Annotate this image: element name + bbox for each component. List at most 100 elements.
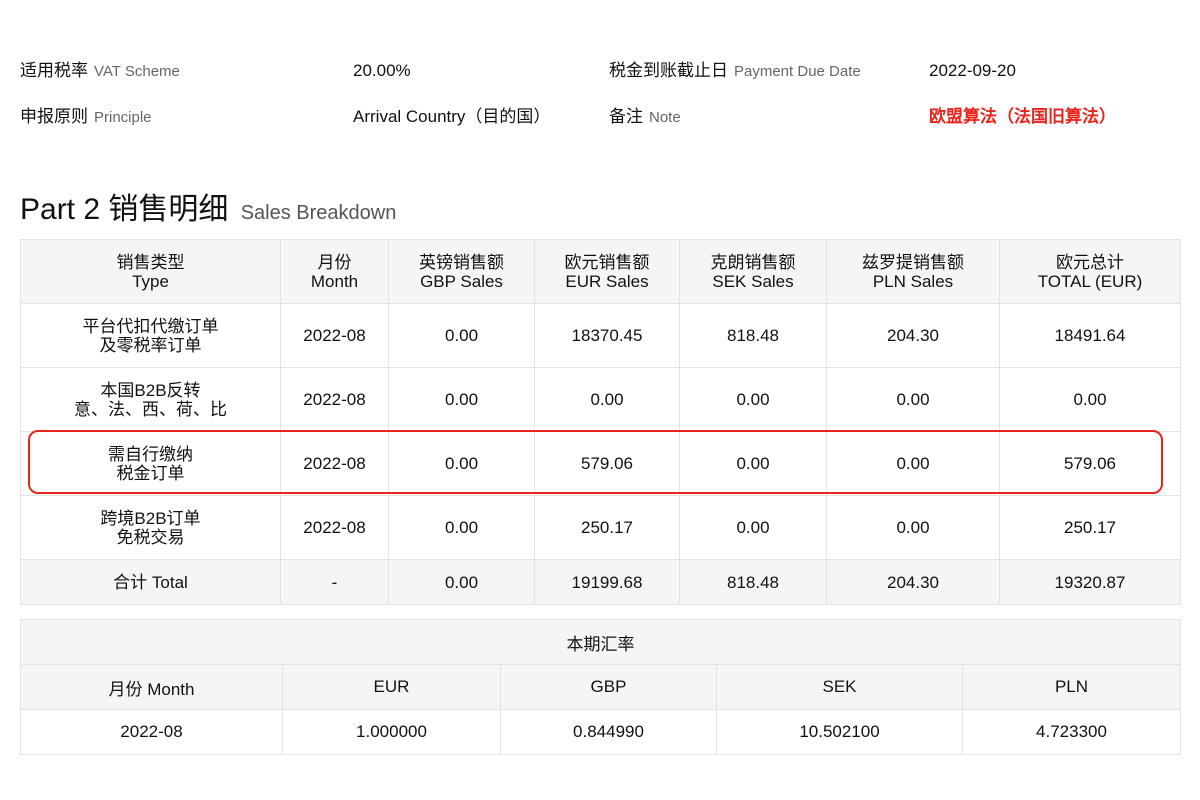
cell-eur: 579.06	[534, 431, 680, 496]
part2-heading: Part 2 销售明细 Sales Breakdown	[20, 184, 396, 228]
header-type: 销售类型 Type	[20, 239, 281, 304]
cell-pln: 204.30	[826, 303, 1000, 368]
cell-month: 2022-08	[280, 495, 389, 560]
type-line-1: 本国B2B反转	[100, 380, 201, 400]
vat-info-section: 适用税率 VAT Scheme 20.00% 税金到账截止日 Payment Due…	[20, 52, 1180, 144]
cell-total: 18491.64	[999, 303, 1181, 368]
part2-title: Part 2 销售明细	[20, 193, 229, 226]
rate-header-row: 月份 Month EUR GBP SEK PLN	[20, 664, 1182, 710]
sales-breakdown-table: 销售类型 Type 月份 Month 英镑销售额 GBP Sales 欧元销售额 EUR…	[20, 239, 1181, 605]
info-row-2: 申报原则 Principle Arrival Country（目的国） 备注 Not…	[20, 98, 1180, 144]
header-sek-en: SEK Sales	[712, 271, 794, 291]
cell-gbp: 0.00	[388, 495, 535, 560]
total-gbp: 0.00	[388, 559, 535, 605]
cell-eur: 0.00	[534, 367, 680, 432]
note-label: 备注 Note	[609, 98, 681, 137]
header-pln-en: PLN Sales	[872, 271, 954, 291]
due-date-label: 税金到账截止日 Payment Due Date	[609, 52, 861, 91]
cell-pln: 0.00	[826, 431, 1000, 496]
rate-header-eur: EUR	[282, 664, 501, 710]
cell-gbp: 0.00	[388, 367, 535, 432]
type-line-2: 意、法、西、荷、比	[74, 399, 227, 419]
sales-table-header-row: 销售类型 Type 月份 Month 英镑销售额 GBP Sales 欧元销售额 EUR…	[20, 239, 1181, 304]
cell-total: 250.17	[999, 495, 1181, 560]
header-type-en: Type	[132, 271, 169, 291]
part2-subtitle: Sales Breakdown	[240, 202, 397, 224]
principle-label: 申报原则 Principle	[20, 98, 152, 137]
cell-sek: 818.48	[679, 303, 827, 368]
header-month-zh: 月份	[317, 252, 352, 272]
cell-month: 2022-08	[280, 367, 389, 432]
header-gbp-en: GBP Sales	[420, 271, 503, 291]
header-month: 月份 Month	[280, 239, 389, 304]
principle-label-zh: 申报原则	[20, 107, 88, 126]
table-row: 本国B2B反转 意、法、西、荷、比 2022-08 0.00 0.00 0.00 …	[20, 367, 1181, 432]
header-gbp-zh: 英镑销售额	[419, 252, 504, 272]
type-line-1: 需自行缴纳	[108, 444, 193, 464]
rate-pln: 4.723300	[961, 709, 1182, 755]
header-gbp-sales: 英镑销售额 GBP Sales	[388, 239, 535, 304]
type-line-2: 免税交易	[116, 527, 185, 547]
vat-scheme-label-en: VAT Scheme	[94, 63, 180, 80]
cell-type: 需自行缴纳 税金订单	[20, 431, 281, 496]
type-line-1: 平台代扣代缴订单	[82, 316, 219, 336]
header-pln-sales: 兹罗提销售额 PLN Sales	[826, 239, 1000, 304]
total-month: -	[280, 559, 389, 605]
rate-gbp: 0.844990	[500, 709, 717, 755]
header-total-zh: 欧元总计	[1056, 252, 1124, 272]
rate-header-month: 月份 Month	[20, 664, 283, 710]
cell-type: 平台代扣代缴订单 及零税率订单	[20, 303, 281, 368]
header-type-zh: 销售类型	[116, 252, 185, 272]
rate-table-title: 本期汇率	[19, 619, 1182, 665]
total-label: 合计 Total	[20, 559, 281, 605]
rate-eur: 1.000000	[282, 709, 501, 755]
cell-gbp: 0.00	[388, 303, 535, 368]
header-total-eur: 欧元总计 TOTAL (EUR)	[999, 239, 1181, 304]
total-row: 合计 Total - 0.00 19199.68 818.48 204.30 1…	[20, 559, 1181, 605]
cell-month: 2022-08	[280, 431, 389, 496]
header-pln-zh: 兹罗提销售额	[862, 252, 964, 272]
cell-sek: 0.00	[679, 367, 827, 432]
rate-header-sek: SEK	[716, 664, 963, 710]
rate-month: 2022-08	[20, 709, 283, 755]
vat-scheme-label-zh: 适用税率	[20, 61, 88, 80]
cell-sek: 0.00	[679, 431, 827, 496]
cell-type: 本国B2B反转 意、法、西、荷、比	[20, 367, 281, 432]
header-sek-sales: 克朗销售额 SEK Sales	[679, 239, 827, 304]
note-label-zh: 备注	[609, 107, 643, 126]
cell-pln: 0.00	[826, 367, 1000, 432]
header-eur-sales: 欧元销售额 EUR Sales	[534, 239, 680, 304]
type-line-2: 税金订单	[116, 463, 185, 483]
rate-title-row: 本期汇率	[19, 619, 1182, 665]
cell-eur: 18370.45	[534, 303, 680, 368]
due-date-label-en: Payment Due Date	[734, 63, 861, 80]
header-total-en: TOTAL (EUR)	[1037, 271, 1143, 291]
header-month-en: Month	[310, 271, 359, 291]
due-date-label-zh: 税金到账截止日	[609, 61, 728, 80]
cell-month: 2022-08	[280, 303, 389, 368]
total-sek: 818.48	[679, 559, 827, 605]
table-row: 平台代扣代缴订单 及零税率订单 2022-08 0.00 18370.45 818…	[20, 303, 1181, 368]
table-row-highlighted: 需自行缴纳 税金订单 2022-08 0.00 579.06 0.00 0.00 …	[20, 431, 1181, 496]
vat-scheme-value: 20.00%	[353, 61, 411, 80]
table-row: 跨境B2B订单 免税交易 2022-08 0.00 250.17 0.00 0.0…	[20, 495, 1181, 560]
total-pln: 204.30	[826, 559, 1000, 605]
rate-sek: 10.502100	[716, 709, 963, 755]
cell-type: 跨境B2B订单 免税交易	[20, 495, 281, 560]
total-total: 19320.87	[999, 559, 1181, 605]
cell-eur: 250.17	[534, 495, 680, 560]
vat-scheme-label: 适用税率 VAT Scheme	[20, 52, 180, 91]
rate-row: 2022-08 1.000000 0.844990 10.502100 4.72…	[20, 709, 1182, 755]
note-label-en: Note	[649, 109, 681, 126]
type-line-2: 及零税率订单	[99, 335, 202, 355]
info-row-1: 适用税率 VAT Scheme 20.00% 税金到账截止日 Payment Due…	[20, 52, 1180, 98]
cell-total: 0.00	[999, 367, 1181, 432]
principle-value: Arrival Country（目的国）	[353, 107, 551, 126]
total-eur: 19199.68	[534, 559, 680, 605]
cell-pln: 0.00	[826, 495, 1000, 560]
header-eur-zh: 欧元销售额	[564, 252, 650, 272]
header-eur-en: EUR Sales	[565, 271, 649, 291]
rate-header-gbp: GBP	[500, 664, 717, 710]
due-date-value: 2022-09-20	[929, 61, 1016, 80]
cell-total: 579.06	[999, 431, 1181, 496]
